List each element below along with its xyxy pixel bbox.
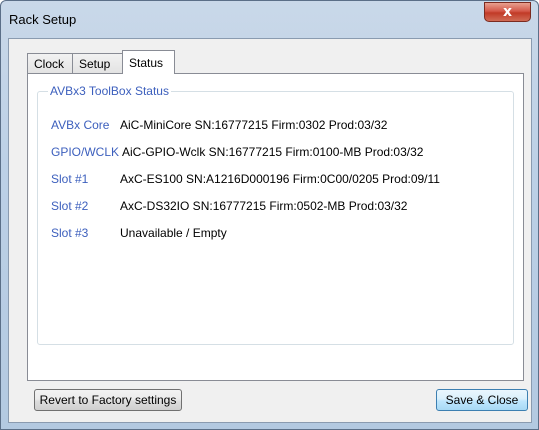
- row-label: GPIO/WCLK: [51, 145, 120, 159]
- revert-factory-label: Revert to Factory settings: [39, 393, 177, 407]
- save-close-label: Save & Close: [445, 393, 519, 407]
- row-label: Slot #3: [51, 226, 89, 240]
- tab-status-label: Status: [129, 56, 164, 70]
- rack-setup-window: Rack Setup x Clock Setup Status AVBx3 To…: [0, 0, 539, 430]
- title-bar[interactable]: Rack Setup x: [1, 1, 538, 39]
- save-close-button[interactable]: Save & Close: [436, 389, 528, 411]
- row-label: Slot #2: [51, 199, 89, 213]
- tab-setup[interactable]: Setup: [72, 53, 123, 73]
- tab-clock-label: Clock: [34, 57, 65, 71]
- row-value: AiC-GPIO-Wclk SN:16777215 Firm:0100-MB P…: [122, 145, 424, 159]
- close-button[interactable]: x: [484, 2, 531, 22]
- row-value: Unavailable / Empty: [120, 226, 227, 240]
- tab-status[interactable]: Status: [122, 50, 175, 74]
- tab-clock[interactable]: Clock: [27, 53, 73, 73]
- status-tab-panel: AVBx3 ToolBox Status AVBx Core AiC-MiniC…: [27, 73, 524, 381]
- row-value: AiC-MiniCore SN:16777215 Firm:0302 Prod:…: [120, 118, 388, 132]
- toolbox-status-group: AVBx3 ToolBox Status AVBx Core AiC-MiniC…: [37, 84, 514, 345]
- revert-factory-button[interactable]: Revert to Factory settings: [34, 389, 182, 411]
- group-title: AVBx3 ToolBox Status: [48, 84, 171, 98]
- row-value: AxC-ES100 SN:A1216D000196 Firm:0C00/0205…: [120, 172, 440, 186]
- close-icon: x: [502, 4, 513, 20]
- row-label: AVBx Core: [51, 118, 110, 132]
- dialog-client-area: Clock Setup Status AVBx3 ToolBox Status …: [8, 38, 532, 423]
- window-title: Rack Setup: [9, 12, 77, 27]
- tab-setup-label: Setup: [79, 57, 111, 71]
- row-label: Slot #1: [51, 172, 89, 186]
- row-value: AxC-DS32IO SN:16777215 Firm:0502-MB Prod…: [120, 199, 408, 213]
